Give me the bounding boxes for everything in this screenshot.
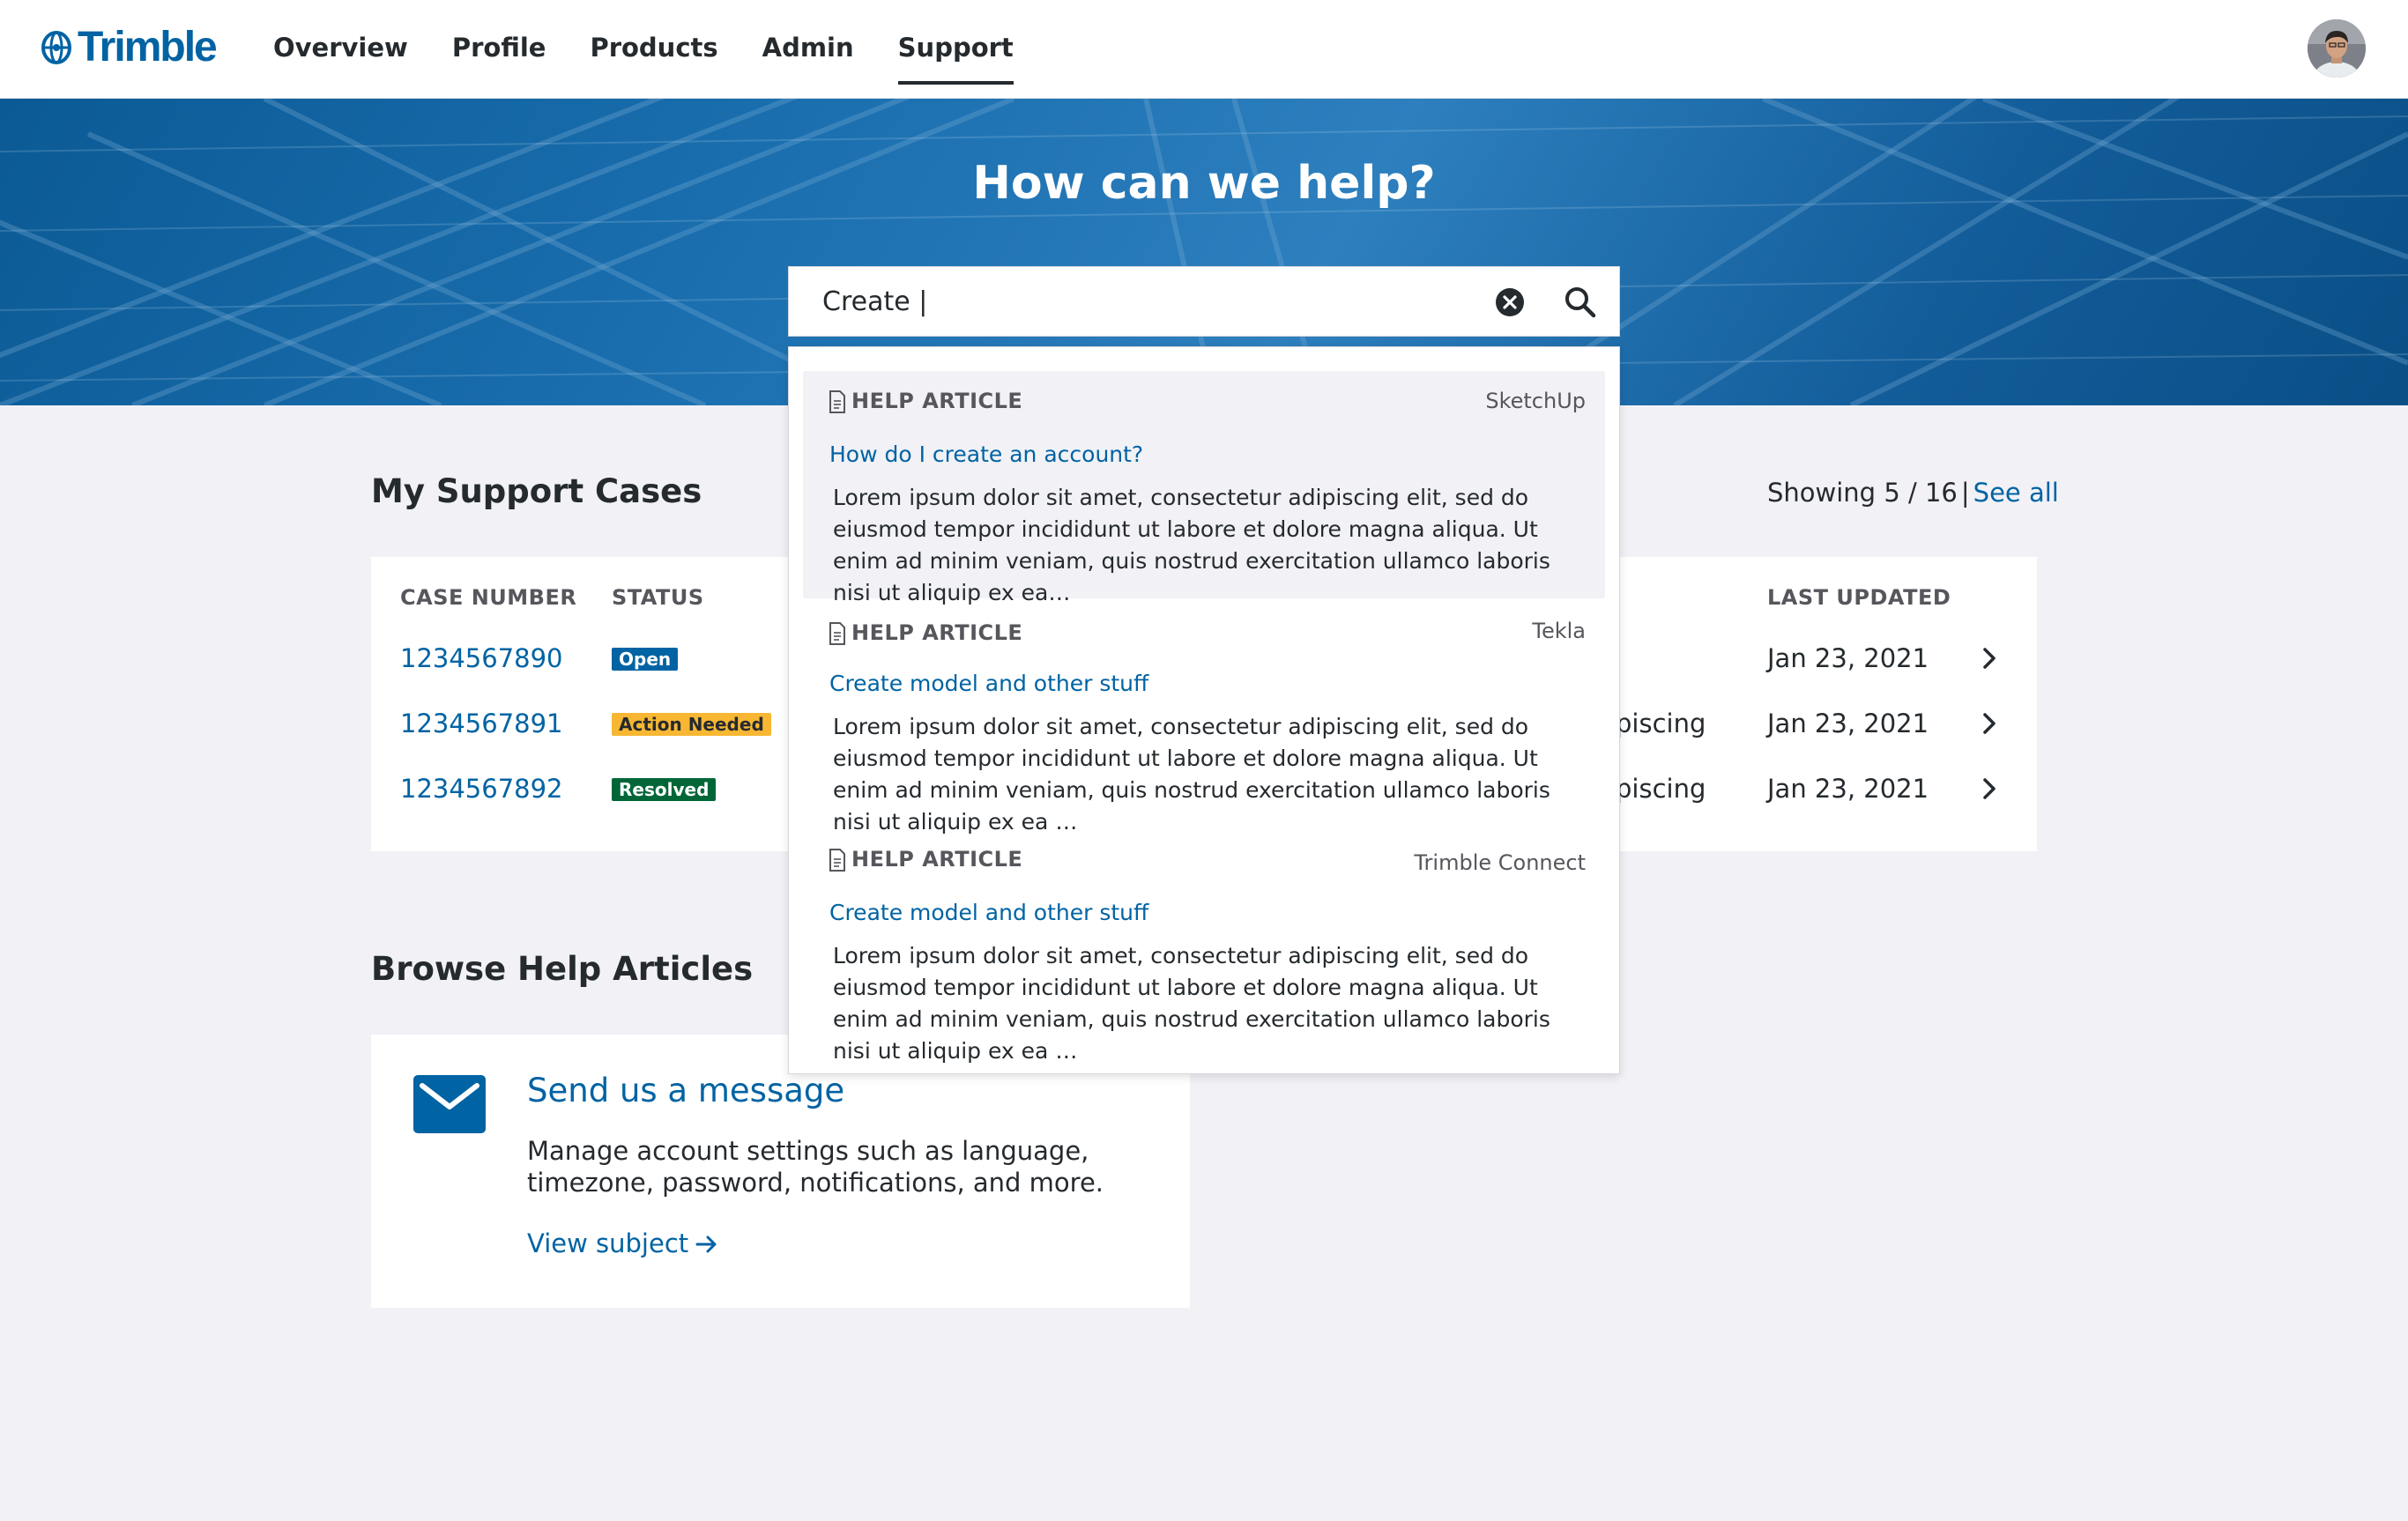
nav-support[interactable]: Support [897,0,1014,99]
search-results-dropdown: HELP ARTICLE SketchUp How do I create an… [788,346,1620,1074]
cases-showing-text: Showing 5 / 16 [1767,478,1958,508]
result-product: Trimble Connect [1414,850,1586,875]
result-product: Tekla [1532,619,1586,643]
search-icon[interactable] [1561,283,1600,322]
result-product: SketchUp [1485,389,1586,413]
column-header-case-number[interactable]: CASE NUMBER [400,585,576,610]
card-description: Manage account settings such as language… [527,1136,1104,1198]
last-updated: Jan 23, 2021 [1767,774,1929,804]
nav-admin[interactable]: Admin [762,0,854,99]
search-input[interactable]: Create | [822,267,927,338]
search-result-item[interactable]: HELP ARTICLE Tekla Create model and othe… [803,603,1605,835]
last-updated: Jan 23, 2021 [1767,709,1929,738]
see-all-link[interactable]: See all [1973,478,2059,508]
document-icon [829,390,845,413]
result-snippet: Lorem ipsum dolor sit amet, consectetur … [833,714,1550,835]
help-articles-title: Browse Help Articles [371,950,754,988]
arrow-right-icon[interactable] [692,1230,720,1258]
case-number-link[interactable]: 1234567892 [400,756,563,821]
top-navigation-bar: Trimble Overview Profile Products Admin … [0,0,2408,99]
case-number-link[interactable]: 1234567891 [400,691,563,756]
chevron-right-icon[interactable] [1975,709,2003,738]
card-title[interactable]: Send us a message [527,1072,844,1109]
column-header-last-updated[interactable]: LAST UPDATED [1767,585,1951,610]
result-type: HELP ARTICLE [851,847,1023,872]
help-article-card[interactable]: Send us a message Manage account setting… [371,1035,1190,1308]
nav-products[interactable]: Products [590,0,717,99]
case-description: piscing [1616,774,1706,804]
status-badge: Action Needed [612,713,771,736]
result-title-link[interactable]: Create model and other stuff [829,900,1148,925]
globe-logo-icon [41,31,71,64]
search-box[interactable]: Create | [788,266,1620,337]
cases-count: Showing 5 / 16 | See all [1767,478,2059,508]
view-subject-link[interactable]: View subject [527,1228,688,1258]
trimble-logo[interactable]: Trimble [39,23,218,72]
brand-name: Trimble [78,24,218,70]
cases-separator: | [1960,478,1970,508]
result-type: HELP ARTICLE [851,389,1023,413]
result-snippet: Lorem ipsum dolor sit amet, consectetur … [833,943,1550,1064]
document-icon [829,622,845,645]
result-snippet: Lorem ipsum dolor sit amet, consectetur … [833,485,1550,605]
result-title-link[interactable]: Create model and other stuff [829,671,1148,696]
result-title-link[interactable]: How do I create an account? [829,441,1143,467]
nav-overview[interactable]: Overview [273,0,408,99]
search-result-item[interactable]: HELP ARTICLE SketchUp How do I create an… [803,371,1605,605]
column-header-status[interactable]: STATUS [612,585,704,610]
search-result-item[interactable]: HELP ARTICLE Trimble Connect Create mode… [803,829,1605,1064]
result-type: HELP ARTICLE [851,620,1023,645]
nav-profile[interactable]: Profile [452,0,546,99]
document-icon [829,849,845,872]
last-updated: Jan 23, 2021 [1767,643,1929,673]
case-description: piscing [1616,709,1706,738]
hero-title: How can we help? [972,157,1436,210]
status-badge: Resolved [612,778,717,801]
status-badge: Open [612,648,679,671]
chevron-right-icon[interactable] [1975,775,2003,803]
clear-circle-icon[interactable] [1494,286,1526,318]
case-number-link[interactable]: 1234567890 [400,626,563,691]
chevron-right-icon[interactable] [1975,644,2003,672]
main-nav: Overview Profile Products Admin Support [273,0,1058,99]
mail-icon [413,1075,486,1133]
support-cases-title: My Support Cases [371,472,702,510]
user-avatar[interactable] [2308,19,2366,78]
